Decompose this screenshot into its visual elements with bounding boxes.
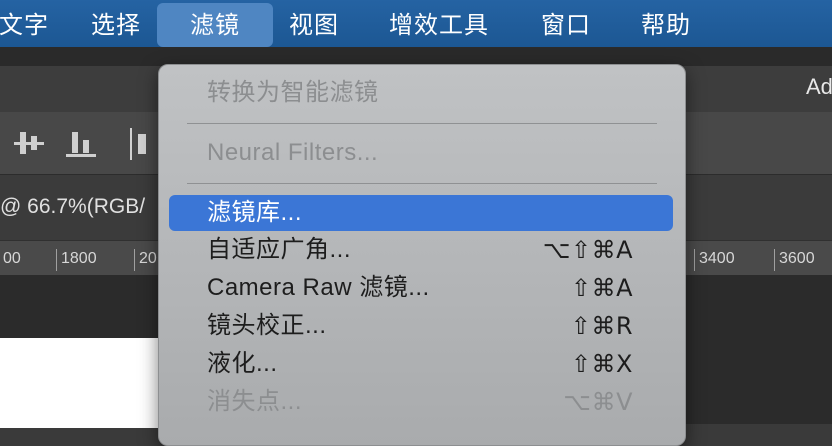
app-title-partial: Ad	[806, 74, 832, 99]
menu-item-label: Camera Raw 滤镜...	[207, 274, 430, 301]
menu-item-label: 滤镜库...	[207, 199, 303, 226]
menu-item-label: 转换为智能滤镜	[207, 79, 379, 106]
ruler-tick: 20	[134, 249, 157, 271]
menu-item-shortcut: ⇧⌘A	[570, 274, 633, 302]
menu-item-camera-raw[interactable]: Camera Raw 滤镜... ⇧⌘A	[169, 270, 673, 306]
ruler-tick: 1800	[56, 249, 97, 271]
menu-item-shortcut: ⇧⌘R	[570, 312, 633, 340]
ruler-tick: 00	[0, 249, 21, 271]
align-vertical-center-icon[interactable]	[14, 130, 44, 158]
menu-item-convert-smart-filter[interactable]: 转换为智能滤镜	[169, 75, 673, 111]
ruler-tick: 3400	[694, 249, 735, 271]
menu-separator	[187, 123, 657, 124]
distribute-icon[interactable]	[130, 128, 156, 160]
menu-select[interactable]: 选择	[80, 2, 152, 48]
align-bottom-icon[interactable]	[66, 130, 96, 158]
ruler-tick: 3600	[774, 249, 815, 271]
app-menu-bar: 文字 选择 滤镜 视图 增效工具 窗口 帮助	[0, 0, 832, 47]
menu-item-lens-correction[interactable]: 镜头校正... ⇧⌘R	[169, 308, 673, 344]
menu-item-shortcut: ⌥⌘V	[563, 388, 633, 416]
menu-item-liquify[interactable]: 液化... ⇧⌘X	[169, 346, 673, 382]
menu-item-shortcut: ⇧⌘X	[570, 350, 633, 378]
menu-item-label: 消失点...	[207, 388, 303, 415]
menu-item-label: 镜头校正...	[207, 312, 327, 339]
menu-window[interactable]: 窗口	[530, 2, 602, 48]
document-canvas[interactable]	[0, 338, 180, 428]
menu-text[interactable]: 文字	[0, 2, 56, 48]
menu-help[interactable]: 帮助	[630, 2, 702, 48]
menu-plugins[interactable]: 增效工具	[376, 2, 502, 48]
filter-menu-dropdown: 转换为智能滤镜 Neural Filters... 滤镜库... 自适应广角..…	[158, 64, 686, 446]
menu-item-neural-filters[interactable]: Neural Filters...	[169, 135, 673, 171]
menu-item-filter-gallery[interactable]: 滤镜库...	[169, 195, 673, 231]
menu-item-label: 液化...	[207, 350, 278, 377]
menu-item-vanishing-point[interactable]: 消失点... ⌥⌘V	[169, 384, 673, 420]
document-tab-title[interactable]: @ 66.7%(RGB/	[0, 195, 145, 219]
menu-item-shortcut: ⌥⇧⌘A	[542, 236, 633, 264]
menu-item-label: 自适应广角...	[207, 236, 352, 263]
menu-view[interactable]: 视图	[278, 2, 350, 48]
menu-filter[interactable]: 滤镜	[157, 3, 273, 47]
menu-item-adaptive-wide-angle[interactable]: 自适应广角... ⌥⇧⌘A	[169, 232, 673, 268]
menu-item-label: Neural Filters...	[207, 139, 379, 166]
menu-separator	[187, 183, 657, 184]
